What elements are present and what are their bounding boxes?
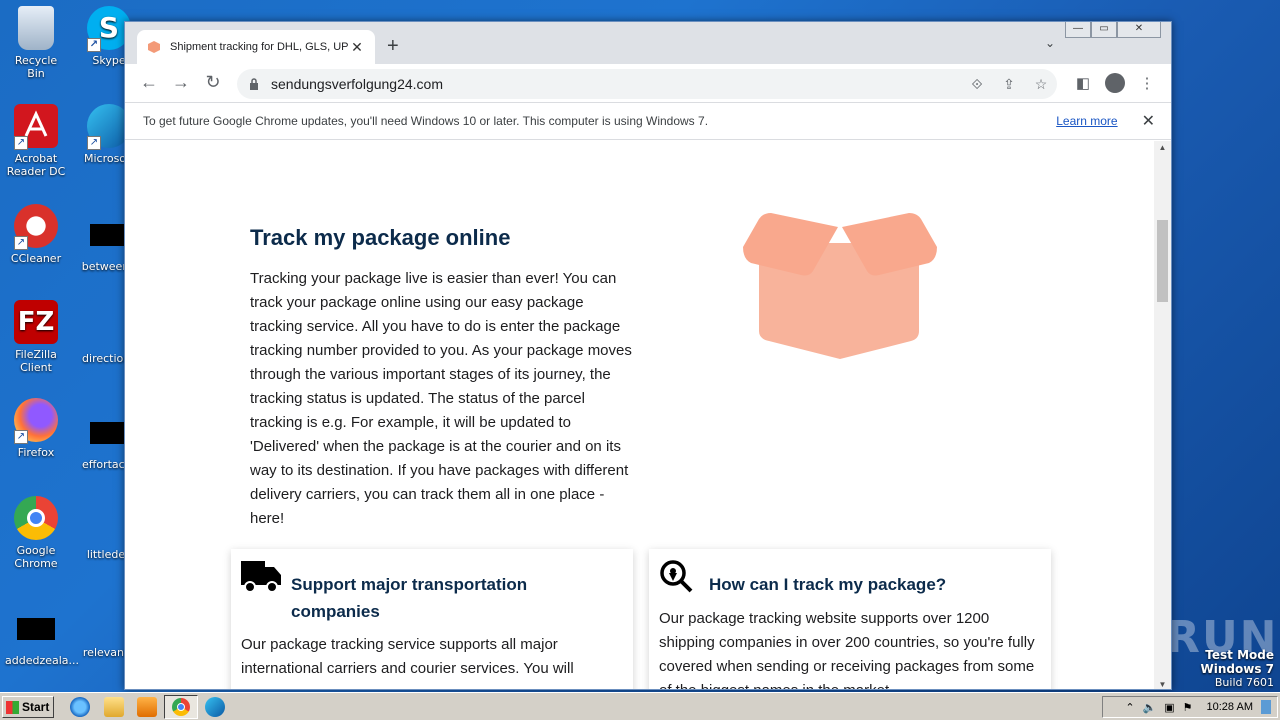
start-label: Start <box>22 700 50 714</box>
browser-tab[interactable]: Shipment tracking for DHL, GLS, UPS ✕ <box>137 30 375 64</box>
hero-title: Track my package online <box>250 225 511 250</box>
desktop-icon-google-chrome[interactable]: Google Chrome <box>5 496 67 570</box>
redacted-icon <box>90 224 128 246</box>
tab-close-icon[interactable]: ✕ <box>349 39 365 56</box>
system-tray: ⌃ 🔈 ▣ ⚑ 10:28 AM <box>1102 696 1278 718</box>
bookmark-star-icon[interactable]: ☆ <box>1025 76 1057 93</box>
reload-icon[interactable]: ↻ <box>202 72 224 92</box>
close-window-button[interactable]: ✕ <box>1117 22 1161 38</box>
scroll-down-arrow-icon[interactable]: ▼ <box>1154 680 1171 689</box>
clock[interactable]: 10:28 AM <box>1207 701 1253 713</box>
taskbar: Start ⌃ 🔈 ▣ ⚑ 10:28 AM <box>0 692 1280 720</box>
desktop-icon-addedzeala[interactable]: addedzeala... <box>5 608 79 667</box>
scrollbar-thumb[interactable] <box>1157 220 1168 302</box>
ie-icon[interactable] <box>70 697 90 717</box>
address-bar[interactable]: sendungsverfolgung24.com ⟐ ⇪ ☆ <box>237 69 1057 99</box>
feature-card: How can I track my package? Our package … <box>649 549 1051 689</box>
infobar-close-icon[interactable]: ✕ <box>1142 111 1155 131</box>
update-infobar: To get future Google Chrome updates, you… <box>125 102 1171 140</box>
tab-strip: Shipment tracking for DHL, GLS, UPS ✕ + … <box>125 22 1171 64</box>
truck-icon <box>241 561 281 593</box>
watermark-line: Test Mode <box>1205 648 1274 662</box>
url-text: sendungsverfolgung24.com <box>271 76 444 92</box>
translate-icon[interactable]: ⟐ <box>961 76 993 93</box>
desktop-icon-label: Google Chrome <box>14 544 58 570</box>
watermark-line: Windows 7 <box>1200 662 1274 676</box>
new-tab-button[interactable]: + <box>387 36 399 56</box>
desktop-icon-label: Firefox <box>17 446 55 459</box>
restore-button[interactable]: ▭ <box>1091 22 1117 38</box>
share-icon[interactable]: ⇪ <box>993 76 1025 93</box>
window-controls: — ▭ ✕ <box>1065 22 1161 38</box>
desktop-icon-label: Recycle Bin <box>14 54 58 80</box>
site-favicon-icon <box>148 41 160 53</box>
desktop-icon-label: addedzeala... <box>5 654 80 667</box>
desktop-icon-label: Acrobat Reader DC <box>6 152 66 178</box>
desktop-icon-filezilla[interactable]: FZ FileZilla Client <box>5 300 67 374</box>
desktop-icon-label: CCleaner <box>10 252 62 265</box>
media-player-icon[interactable] <box>137 697 157 717</box>
profile-avatar-icon[interactable] <box>1105 73 1125 93</box>
ccleaner-icon: ↗ <box>14 204 58 250</box>
page-content: Track my package online Tracking your pa… <box>125 141 1155 689</box>
recycle-bin-icon <box>18 6 54 50</box>
search-location-icon <box>660 560 693 593</box>
acrobat-icon: ↗ <box>14 104 58 150</box>
windows-logo-icon <box>6 700 19 714</box>
menu-kebab-icon[interactable]: ⋮ <box>1137 74 1157 92</box>
flag-icon[interactable]: ⚑ <box>1183 701 1193 714</box>
tray-expand-icon[interactable]: ⌃ <box>1125 701 1134 714</box>
hero-text: Tracking your package live is easier tha… <box>250 270 632 527</box>
side-panel-icon[interactable]: ◧ <box>1073 74 1093 92</box>
desktop-icon-ccleaner[interactable]: ↗ CCleaner <box>5 204 67 265</box>
infobar-message: To get future Google Chrome updates, you… <box>143 114 709 128</box>
browser-toolbar: ← → ↻ sendungsverfolgung24.com ⟐ ⇪ ☆ ◧ ⋮ <box>125 64 1171 102</box>
desktop-icon-acrobat[interactable]: ↗ Acrobat Reader DC <box>5 104 67 178</box>
redacted-icon <box>17 618 55 640</box>
page-scrollbar[interactable]: ▲ ▼ <box>1154 141 1171 689</box>
tab-title: Shipment tracking for DHL, GLS, UPS <box>170 41 349 53</box>
feature-card: Support major transportation companies O… <box>231 549 633 689</box>
desktop-icon-label: Skype <box>92 54 126 67</box>
start-button[interactable]: Start <box>2 696 54 718</box>
package-box-icon <box>743 213 937 359</box>
minimize-button[interactable]: — <box>1065 22 1091 38</box>
firefox-icon: ↗ <box>14 398 58 444</box>
taskbar-chrome-button[interactable] <box>164 695 198 719</box>
explorer-folder-icon[interactable] <box>104 697 124 717</box>
card-text: Our package tracking service supports al… <box>241 636 574 677</box>
chrome-icon <box>14 496 58 540</box>
chrome-window: Shipment tracking for DHL, GLS, UPS ✕ + … <box>124 21 1172 690</box>
tab-search-chevron-icon[interactable]: ⌄ <box>1045 36 1055 50</box>
filezilla-icon: FZ <box>14 300 58 344</box>
desktop-icon-recycle-bin[interactable]: Recycle Bin <box>5 6 67 80</box>
network-icon[interactable]: ▣ <box>1164 701 1174 714</box>
chrome-icon <box>172 698 190 716</box>
edge-icon[interactable] <box>205 697 225 717</box>
desktop-icon-firefox[interactable]: ↗ Firefox <box>5 398 67 459</box>
desktop-icon-label: FileZilla Client <box>15 348 57 374</box>
volume-icon[interactable]: 🔈 <box>1143 701 1157 714</box>
card-title: Support major transportation companies <box>291 575 528 621</box>
forward-arrow-icon[interactable]: → <box>170 72 192 92</box>
watermark-line: Build 7601 <box>1214 676 1274 689</box>
show-desktop-icon[interactable] <box>1261 700 1271 714</box>
scroll-up-arrow-icon[interactable]: ▲ <box>1154 143 1171 152</box>
learn-more-link[interactable]: Learn more <box>1056 114 1117 128</box>
back-arrow-icon[interactable]: ← <box>138 72 160 92</box>
card-title: How can I track my package? <box>709 575 947 594</box>
card-text: Our package tracking website supports ov… <box>659 610 1035 689</box>
test-mode-watermark: Test Mode Windows 7 Build 7601 <box>1201 648 1274 690</box>
redacted-icon <box>90 422 128 444</box>
lock-icon <box>250 78 258 90</box>
